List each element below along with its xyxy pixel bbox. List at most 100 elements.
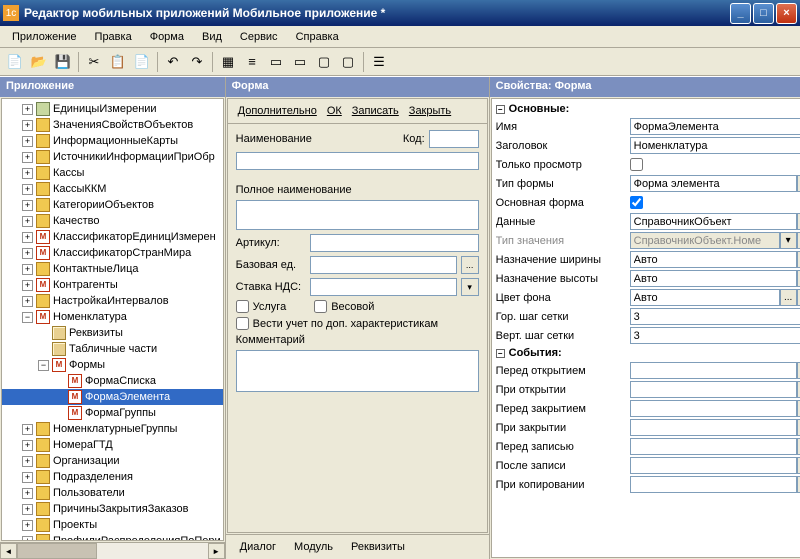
tree-row[interactable]: −Формы	[2, 357, 223, 373]
expand-icon[interactable]: +	[22, 488, 33, 499]
tree-row[interactable]: ФормаСписка	[2, 373, 223, 389]
pval-oncopy-clear[interactable]: ×	[797, 476, 800, 493]
pval-beforewrite-clear[interactable]: ×	[797, 438, 800, 455]
pval-onclose-clear[interactable]: ×	[797, 419, 800, 436]
pval-oncopy[interactable]	[630, 476, 797, 493]
tab-details[interactable]: Реквизиты	[343, 539, 413, 555]
tree-row[interactable]: +НомераГТД	[2, 437, 223, 453]
pval-data-lookup[interactable]: ...	[797, 213, 800, 230]
collapse-icon[interactable]: −	[22, 312, 33, 323]
pval-beforeopen[interactable]	[630, 362, 797, 379]
pval-formtype-dd[interactable]: ▾	[797, 175, 800, 192]
tb-open-icon[interactable]: 📂	[28, 51, 50, 73]
expand-icon[interactable]: +	[22, 136, 33, 147]
btn-ok[interactable]: ОК	[323, 103, 346, 119]
tree-row[interactable]: +ПрофилиРаспределенияПоПери	[2, 533, 223, 541]
tb-copy-icon[interactable]: 📋	[107, 51, 129, 73]
pval-mainform[interactable]	[630, 196, 643, 209]
tb-cut-icon[interactable]: ✂	[83, 51, 105, 73]
btn-close[interactable]: Закрыть	[405, 103, 455, 119]
tb-undo-icon[interactable]: ↶	[162, 51, 184, 73]
pval-title[interactable]	[630, 137, 800, 154]
btn-vat-dropdown[interactable]: ▾	[461, 278, 479, 296]
tree-row[interactable]: +НастройкаИнтервалов	[2, 293, 223, 309]
tree-row[interactable]: +Проекты	[2, 517, 223, 533]
pval-valtype-dd[interactable]: ▾	[780, 232, 797, 249]
tb-redo-icon[interactable]: ↷	[186, 51, 208, 73]
tree-row[interactable]: +КлассификаторЕдиницИзмерен	[2, 229, 223, 245]
menu-form[interactable]: Форма	[142, 29, 192, 45]
pval-beforeopen-clear[interactable]: ×	[797, 362, 800, 379]
tree-row[interactable]: +ИсточникиИнформацииПриОбр	[2, 149, 223, 165]
tree-row[interactable]: +КлассификаторСтранМира	[2, 245, 223, 261]
expand-icon[interactable]: +	[22, 296, 33, 307]
tb-layout1-icon[interactable]: ▭	[265, 51, 287, 73]
collapse-icon[interactable]: −	[38, 360, 49, 371]
menu-view[interactable]: Вид	[194, 29, 230, 45]
tree-row[interactable]: +КассыККМ	[2, 181, 223, 197]
tree-row[interactable]: +Организации	[2, 453, 223, 469]
btn-extra[interactable]: Дополнительно	[234, 103, 321, 119]
input-vat[interactable]	[310, 278, 457, 296]
tb-new-icon[interactable]: 📄	[4, 51, 26, 73]
expand-icon[interactable]: +	[22, 536, 33, 542]
tb-grid-icon[interactable]: ▦	[217, 51, 239, 73]
tb-layout3-icon[interactable]: ▢	[313, 51, 335, 73]
pval-vstep[interactable]	[630, 327, 800, 344]
pval-onclose[interactable]	[630, 419, 797, 436]
menu-service[interactable]: Сервис	[232, 29, 286, 45]
tree-row[interactable]: +ПричиныЗакрытияЗаказов	[2, 501, 223, 517]
expand-icon[interactable]: +	[22, 168, 33, 179]
tab-dialog[interactable]: Диалог	[232, 539, 284, 555]
cb-extra[interactable]	[236, 317, 249, 330]
tree-row[interactable]: +ЕдиницыИзмерении	[2, 101, 223, 117]
tab-module[interactable]: Модуль	[286, 539, 341, 555]
tree-row[interactable]: +Контрагенты	[2, 277, 223, 293]
maximize-button[interactable]: □	[753, 3, 774, 24]
expand-icon[interactable]: +	[22, 520, 33, 531]
expand-icon[interactable]: +	[22, 456, 33, 467]
tree-row[interactable]: +ЗначенияСвойствОбъектов	[2, 117, 223, 133]
scroll-right-icon[interactable]: ►	[208, 543, 225, 559]
tree-row[interactable]: +НоменклатурныеГруппы	[2, 421, 223, 437]
section-toggle-icon[interactable]: −	[496, 349, 505, 358]
input-fullname[interactable]	[236, 200, 479, 230]
cb-service[interactable]	[236, 300, 249, 313]
pval-hassign-dd[interactable]: ▾	[797, 270, 800, 287]
pval-wassign[interactable]	[630, 251, 797, 268]
expand-icon[interactable]: +	[22, 280, 33, 291]
tree-row[interactable]: Реквизиты	[2, 325, 223, 341]
input-name[interactable]	[236, 152, 479, 170]
tb-prop-icon[interactable]: ☰	[368, 51, 390, 73]
input-comment[interactable]	[236, 350, 479, 392]
menu-app[interactable]: Приложение	[4, 29, 85, 45]
tb-align-icon[interactable]: ≡	[241, 51, 263, 73]
pval-afterwrite[interactable]	[630, 457, 797, 474]
pval-readonly[interactable]	[630, 158, 643, 171]
expand-icon[interactable]: +	[22, 184, 33, 195]
tree-row[interactable]: −Номенклатура	[2, 309, 223, 325]
tb-layout4-icon[interactable]: ▢	[337, 51, 359, 73]
menu-help[interactable]: Справка	[288, 29, 347, 45]
tree-row[interactable]: Табличные части	[2, 341, 223, 357]
pval-wassign-dd[interactable]: ▾	[797, 251, 800, 268]
tb-paste-icon[interactable]: 📄	[131, 51, 153, 73]
pval-onopen[interactable]	[630, 381, 797, 398]
section-toggle-icon[interactable]: −	[496, 105, 505, 114]
input-baseunit[interactable]	[310, 256, 457, 274]
pval-hstep[interactable]	[630, 308, 800, 325]
tree-row[interactable]: +Кассы	[2, 165, 223, 181]
pval-beforewrite[interactable]	[630, 438, 797, 455]
tree-row[interactable]: +Качество	[2, 213, 223, 229]
expand-icon[interactable]: +	[22, 472, 33, 483]
btn-write[interactable]: Записать	[348, 103, 403, 119]
tb-save-icon[interactable]: 💾	[52, 51, 74, 73]
pval-bgcolor[interactable]	[630, 289, 780, 306]
pval-valtype-lookup[interactable]: ...	[797, 232, 800, 249]
pval-bgcolor-clear[interactable]: ×	[797, 289, 800, 306]
tree-row[interactable]: ФормаЭлемента	[2, 389, 223, 405]
section-main[interactable]: −Основные:	[496, 101, 800, 117]
minimize-button[interactable]: _	[730, 3, 751, 24]
menu-edit[interactable]: Правка	[87, 29, 140, 45]
pval-afterwrite-clear[interactable]: ×	[797, 457, 800, 474]
